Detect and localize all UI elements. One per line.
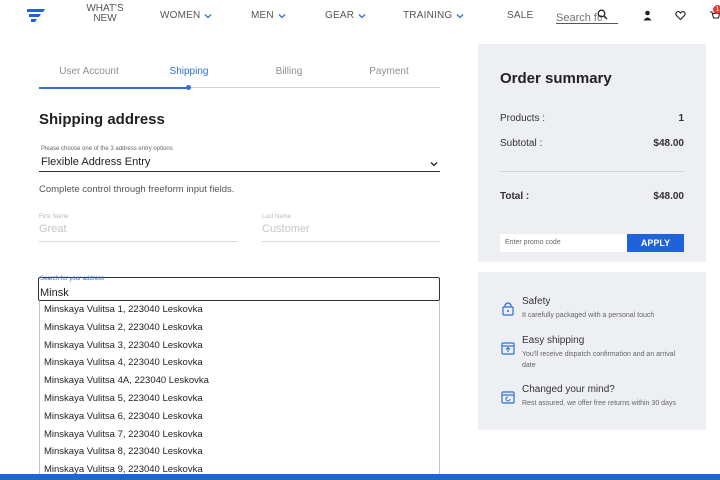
entry-option-label: Please choose one of the 3 address entry… <box>41 146 173 152</box>
nav-women[interactable]: WOMEN <box>160 10 212 21</box>
subtotal-value: $48.00 <box>653 138 684 149</box>
chevron-down-icon <box>456 13 464 18</box>
brand-logo-icon[interactable] <box>26 8 46 24</box>
checkout-steps: User Account Shipping Billing Payment <box>39 66 440 90</box>
address-search-value: Minsk <box>40 287 69 299</box>
products-row: Products : 1 <box>500 113 684 124</box>
lock-icon <box>502 302 514 316</box>
promo-code-input[interactable]: Enter promo code <box>500 234 627 252</box>
last-name-label: Last Name <box>262 214 292 220</box>
benefit-description: Rest assured, we offer free returns with… <box>522 400 676 407</box>
apply-promo-button[interactable]: APPLY <box>627 234 684 252</box>
nav-gear-label: GEAR <box>325 10 355 21</box>
address-suggestion-item[interactable]: Minskaya Vulitsa 3, 223040 Leskovka <box>40 337 439 355</box>
nav-whats-new[interactable]: WHAT'S NEW <box>86 4 124 24</box>
nav-training-label: TRAINING <box>403 10 453 21</box>
benefit-description: You'll receive dispatch confirmation and… <box>522 351 676 369</box>
search-input[interactable] <box>556 12 602 24</box>
step-shipping[interactable]: Shipping <box>139 66 239 77</box>
first-name-label: First Name <box>39 214 69 220</box>
address-suggestion-item[interactable]: Minskaya Vulitsa 2, 223040 Leskovka <box>40 319 439 337</box>
total-row: Total : $48.00 <box>500 191 684 202</box>
benefit-title: Easy shipping <box>522 335 585 346</box>
address-suggestions: Minskaya Vulitsa 1, 223040 Leskovka Mins… <box>39 301 440 479</box>
chevron-down-icon <box>430 162 438 167</box>
entry-option-value: Flexible Address Entry <box>41 156 151 168</box>
address-suggestion-item[interactable]: Minskaya Vulitsa 4A, 223040 Leskovka <box>40 372 439 390</box>
return-box-icon <box>501 391 515 404</box>
header-search <box>556 8 618 24</box>
order-summary: Order summary Products : 1 Subtotal : $4… <box>478 44 706 262</box>
benefit-title: Safety <box>522 296 551 307</box>
first-name-value: Great <box>39 223 67 235</box>
benefits-panel: Safety It carefully packaged with a pers… <box>478 272 706 430</box>
address-suggestion-item[interactable]: Minskaya Vulitsa 8, 223040 Leskovka <box>40 443 439 461</box>
address-suggestion-item[interactable]: Minskaya Vulitsa 4, 223040 Leskovka <box>40 354 439 372</box>
step-progress-dot <box>186 85 191 90</box>
page-title: Shipping address <box>39 111 165 128</box>
products-value: 1 <box>678 113 684 124</box>
box-icon <box>501 342 515 355</box>
nav-men[interactable]: MEN <box>251 10 286 21</box>
address-suggestion-item[interactable]: Minskaya Vulitsa 5, 223040 Leskovka <box>40 390 439 408</box>
cart-count-badge: 1 <box>713 5 720 14</box>
chevron-down-icon <box>358 13 366 18</box>
step-payment[interactable]: Payment <box>339 66 439 77</box>
user-icon[interactable] <box>642 10 653 21</box>
footer-bar <box>0 474 720 480</box>
site-header: WHAT'S NEW WOMEN MEN GEAR TRAINING SALE … <box>0 0 720 32</box>
nav-gear[interactable]: GEAR <box>325 10 366 21</box>
nav-training[interactable]: TRAINING <box>403 10 464 21</box>
subtotal-row: Subtotal : $48.00 <box>500 138 684 149</box>
step-user-account[interactable]: User Account <box>39 66 139 77</box>
total-value: $48.00 <box>653 191 684 202</box>
nav-sale[interactable]: SALE <box>507 10 533 21</box>
nav-women-label: WOMEN <box>160 10 201 21</box>
nav-men-label: MEN <box>251 10 274 21</box>
address-search-label: Search for your address <box>40 276 105 282</box>
chevron-down-icon <box>278 13 286 18</box>
address-suggestion-item[interactable]: Minskaya Vulitsa 6, 223040 Leskovka <box>40 408 439 426</box>
address-suggestion-item[interactable]: Minskaya Vulitsa 1, 223040 Leskovka <box>40 301 439 319</box>
subtotal-label: Subtotal : <box>500 138 543 149</box>
first-name-field[interactable]: First Name Great <box>39 214 238 242</box>
products-label: Products : <box>500 113 546 124</box>
total-label: Total : <box>500 191 530 202</box>
chevron-down-icon <box>204 13 212 18</box>
benefit-description: It carefully packaged with a personal to… <box>522 312 655 319</box>
benefit-title: Changed your mind? <box>522 384 615 395</box>
summary-divider <box>500 171 684 172</box>
address-suggestion-item[interactable]: Minskaya Vulitsa 7, 223040 Leskovka <box>40 426 439 444</box>
order-summary-title: Order summary <box>500 70 612 87</box>
address-search-input[interactable]: Search for your address Minsk <box>38 276 440 301</box>
last-name-field[interactable]: Last Name Customer <box>262 214 440 242</box>
step-progress-line <box>39 87 190 89</box>
search-icon[interactable] <box>597 9 608 20</box>
entry-option-description: Complete control through freeform input … <box>39 184 235 195</box>
entry-option-select[interactable]: Flexible Address Entry <box>39 156 440 172</box>
heart-icon[interactable] <box>675 10 686 21</box>
last-name-value: Customer <box>262 223 310 235</box>
step-billing[interactable]: Billing <box>239 66 339 77</box>
